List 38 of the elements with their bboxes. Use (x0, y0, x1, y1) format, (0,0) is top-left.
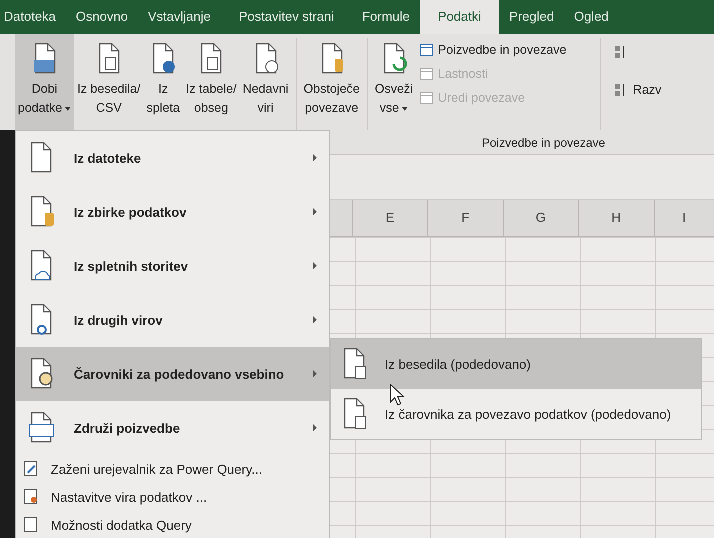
group-label: Poizvedbe in povezave (482, 136, 606, 150)
menu-item[interactable]: Zaženi urejevalnik za Power Query... (16, 455, 329, 483)
ribbon-tab[interactable]: Vstavljanje (138, 0, 221, 34)
table-icon (420, 44, 434, 56)
column-header[interactable]: I (654, 200, 714, 236)
ribbon-button[interactable]: Iz besedila/ CSV (74, 34, 144, 130)
menu-item[interactable]: Iz spletnih storitev (16, 239, 329, 293)
ribbon-button[interactable]: Osveži vse (372, 34, 416, 130)
menu-item[interactable]: Združi poizvedbe (16, 401, 329, 455)
sort-button-label[interactable]: Razv (633, 83, 662, 97)
ribbon-tab[interactable]: Osnovno (66, 0, 138, 34)
ribbon-tab[interactable]: Podatki (420, 0, 500, 34)
mouse-pointer-icon (390, 384, 406, 406)
ribbon-button[interactable]: Iz tabele/ obseg (183, 34, 240, 130)
table-icon (420, 68, 434, 80)
menu-item[interactable]: Iz zbirke podatkov (16, 185, 329, 239)
column-header[interactable]: F (427, 200, 503, 236)
ribbon-tab[interactable]: Formule (352, 0, 420, 34)
column-header[interactable]: G (502, 200, 578, 236)
ribbon-tab[interactable]: Postavitev strani (220, 0, 352, 34)
ribbon-tab[interactable]: Pregled (499, 0, 564, 34)
menu-item[interactable]: Iz drugih virov (16, 293, 329, 347)
menu-item[interactable]: Iz čarovnika za povezavo podatkov (podedovano) (331, 389, 701, 439)
ribbon-button[interactable]: Obstoječe povezave (300, 34, 363, 130)
ribbon-small-button[interactable]: Poizvedbe in povezave (420, 40, 590, 60)
table-icon (420, 92, 434, 104)
ribbon-button[interactable]: Nedavni viri (240, 34, 292, 130)
ribbon-button[interactable]: Dobi podatke (15, 34, 74, 130)
ribbon-button[interactable]: Iz spleta (144, 34, 184, 130)
menu-item[interactable]: Čarovniki za podedovano vsebino (16, 347, 329, 401)
ribbon-tab[interactable]: Datoteka (2, 0, 66, 34)
menu-item[interactable]: Nastavitve vira podatkov ... (16, 483, 329, 511)
menu-item[interactable]: Iz besedila (podedovano) (331, 339, 701, 389)
menu-item[interactable]: Možnosti dodatka Query (16, 511, 329, 538)
column-header[interactable]: H (578, 200, 654, 236)
column-header[interactable]: E (352, 200, 428, 236)
ribbon-tab[interactable]: Ogled (564, 0, 619, 34)
menu-item[interactable]: Iz datoteke (16, 131, 329, 185)
